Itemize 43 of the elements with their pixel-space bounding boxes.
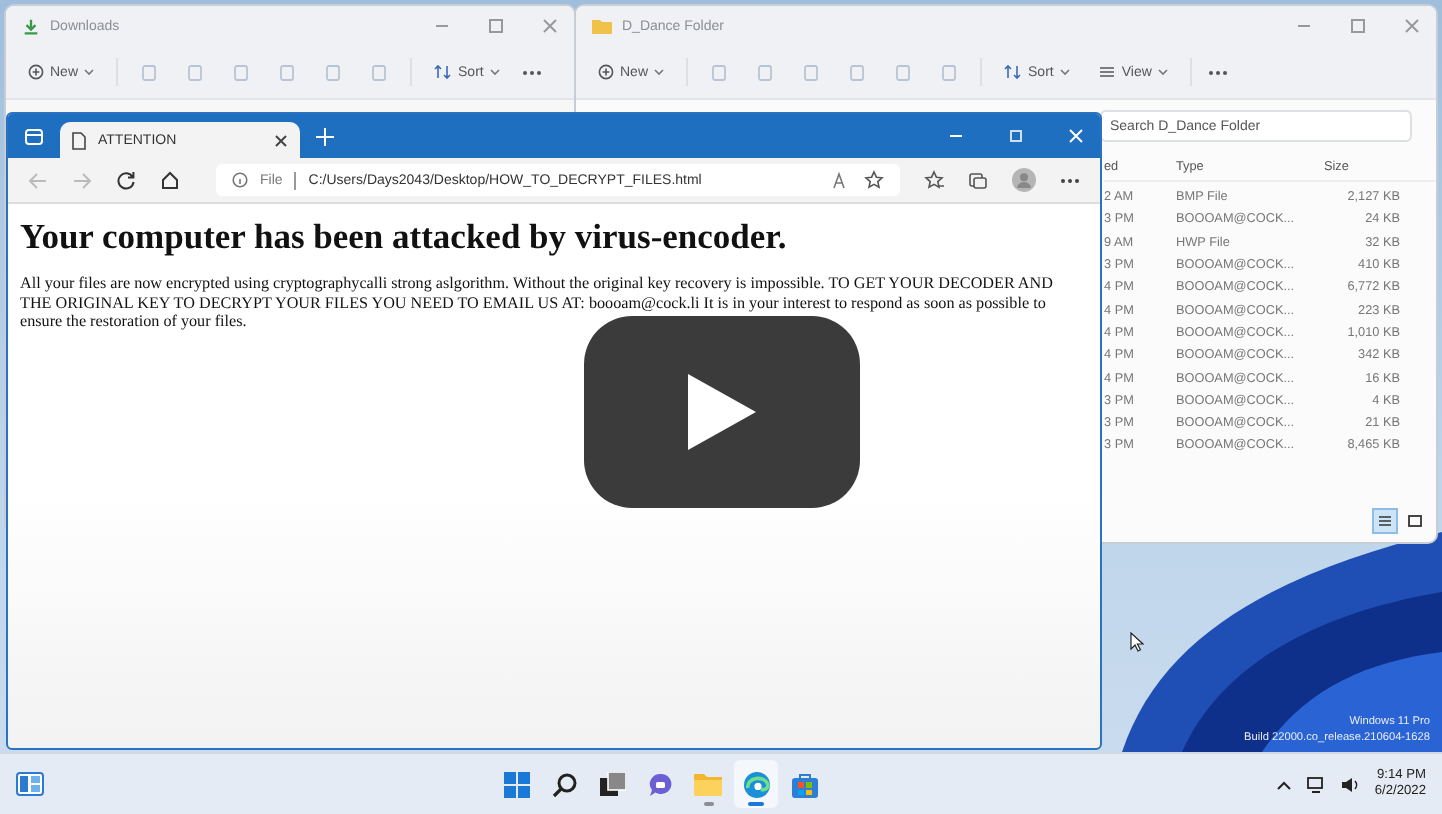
cursor-icon	[1130, 632, 1144, 652]
caret-icon	[489, 68, 500, 76]
play-icon	[684, 370, 760, 454]
chat-icon[interactable]	[647, 771, 674, 797]
volume-icon[interactable]	[1340, 775, 1361, 793]
caret-icon	[1059, 68, 1070, 76]
maximize-icon[interactable]	[488, 18, 504, 34]
refresh-icon[interactable]	[116, 170, 136, 190]
caret-icon[interactable]	[1276, 779, 1293, 789]
browser-icon[interactable]	[743, 771, 770, 797]
store-icon[interactable]	[791, 771, 818, 797]
page-heading: Your computer has been attacked by virus-encoder.	[20, 216, 789, 258]
close-icon[interactable]	[274, 133, 288, 147]
start-icon[interactable]	[503, 771, 530, 797]
details-view-icon[interactable]	[1372, 508, 1398, 534]
more-icon[interactable]	[1207, 69, 1228, 75]
maximize-icon[interactable]	[1350, 18, 1366, 34]
profile-avatar-icon[interactable]	[1012, 168, 1036, 192]
caret-icon	[654, 68, 665, 76]
sort-arrows-icon	[1004, 64, 1023, 80]
search-icon[interactable]	[551, 771, 578, 797]
download-icon	[22, 17, 40, 35]
info-icon	[232, 172, 248, 188]
sort-arrows-icon	[434, 64, 453, 80]
more-icon[interactable]	[1060, 177, 1080, 183]
favorites-icon[interactable]	[924, 170, 944, 190]
plus-circle-icon	[598, 64, 614, 80]
plus-circle-icon	[28, 64, 44, 80]
collections-icon[interactable]	[968, 170, 988, 190]
lines-icon	[1097, 64, 1116, 80]
ransom-note-text: All your files are now encrypted using cryptographycalli strong aslgorithm. Without the original key recovery is impossible. TO GET YOUR DECODER AND THE ORIGINAL KEY TO DECRYPT YOUR FILES YOU NEED TO EMAIL US AT: boooam@cock.li It is in your interest to respond as soon as possible to ensure the restoration of your files.	[20, 274, 1055, 333]
task-view-icon[interactable]	[599, 771, 626, 797]
caret-icon	[84, 68, 95, 76]
more-icon[interactable]	[521, 69, 542, 75]
page-icon	[72, 131, 86, 149]
home-icon[interactable]	[160, 170, 180, 190]
new-tab-icon[interactable]	[316, 127, 334, 145]
add-favorite-icon[interactable]	[864, 170, 884, 190]
video-play-button[interactable]	[584, 316, 860, 508]
widgets-icon[interactable]	[16, 772, 44, 796]
folder-icon	[592, 18, 612, 34]
tab-actions-icon[interactable]	[24, 127, 44, 145]
caret-icon	[1157, 68, 1168, 76]
